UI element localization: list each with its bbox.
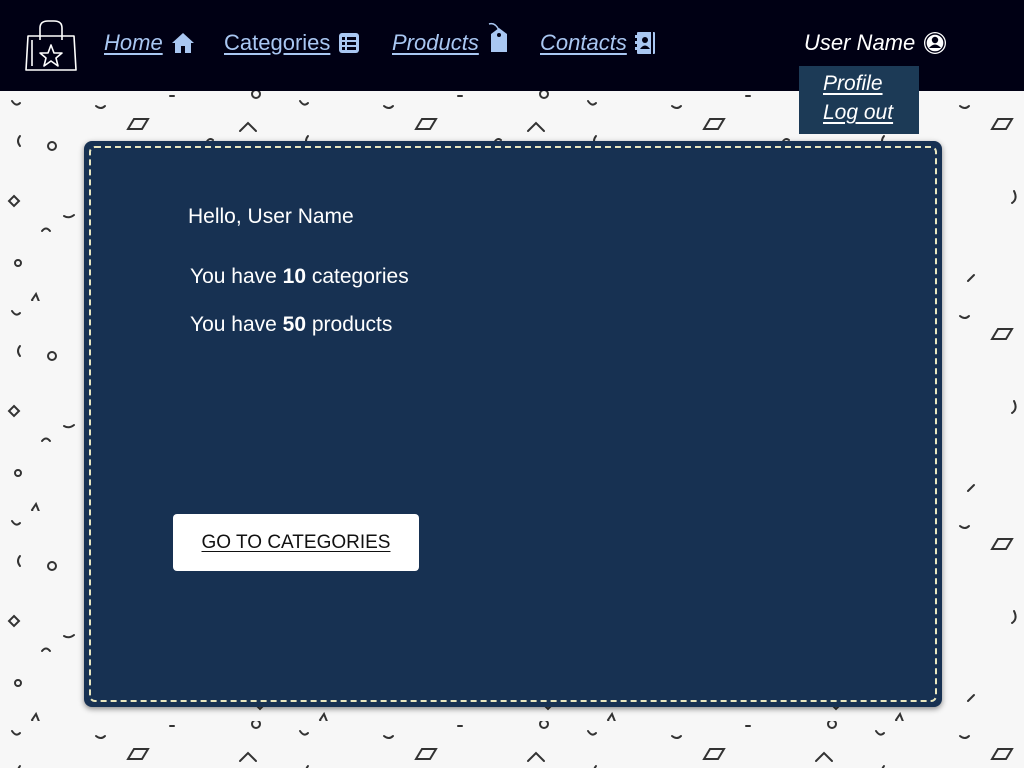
categories-stat-prefix: You have xyxy=(190,265,283,288)
products-stat-prefix: You have xyxy=(190,313,283,336)
greeting-text: Hello, User Name xyxy=(188,205,354,228)
shopping-bag-star-icon[interactable] xyxy=(24,18,78,74)
categories-count: 10 xyxy=(282,265,307,288)
products-stat: You have 50 products xyxy=(190,313,392,337)
user-circle-icon xyxy=(924,32,947,54)
list-icon xyxy=(339,33,360,53)
address-book-icon xyxy=(634,32,655,54)
home-icon xyxy=(171,33,194,53)
nav-home-label[interactable]: Home xyxy=(104,30,163,56)
categories-stat: You have 10 categories xyxy=(190,265,409,289)
nav-products[interactable]: Products xyxy=(392,22,511,56)
products-count: 50 xyxy=(282,313,307,336)
user-dropdown-menu: Profile Log out xyxy=(799,66,919,134)
profile-link[interactable]: Profile xyxy=(823,72,883,96)
user-menu-toggle[interactable]: User Name xyxy=(804,30,947,56)
nav-home[interactable]: Home xyxy=(104,30,195,56)
go-to-categories-button[interactable]: GO TO CATEGORIES xyxy=(173,514,419,571)
dashboard-card: Hello, User Name You have 10 categories … xyxy=(84,141,942,707)
user-name-label[interactable]: User Name xyxy=(804,30,915,56)
nav-products-label[interactable]: Products xyxy=(392,30,479,56)
nav-contacts-label[interactable]: Contacts xyxy=(540,30,627,56)
products-stat-suffix: products xyxy=(306,313,393,336)
nav-categories[interactable]: Categories xyxy=(224,30,360,56)
price-tag-icon xyxy=(488,22,507,52)
logout-link[interactable]: Log out xyxy=(823,101,893,125)
card-dashed-border xyxy=(89,146,937,702)
nav-contacts[interactable]: Contacts xyxy=(540,30,657,56)
categories-stat-suffix: categories xyxy=(306,265,409,288)
nav-categories-label[interactable]: Categories xyxy=(224,30,330,56)
